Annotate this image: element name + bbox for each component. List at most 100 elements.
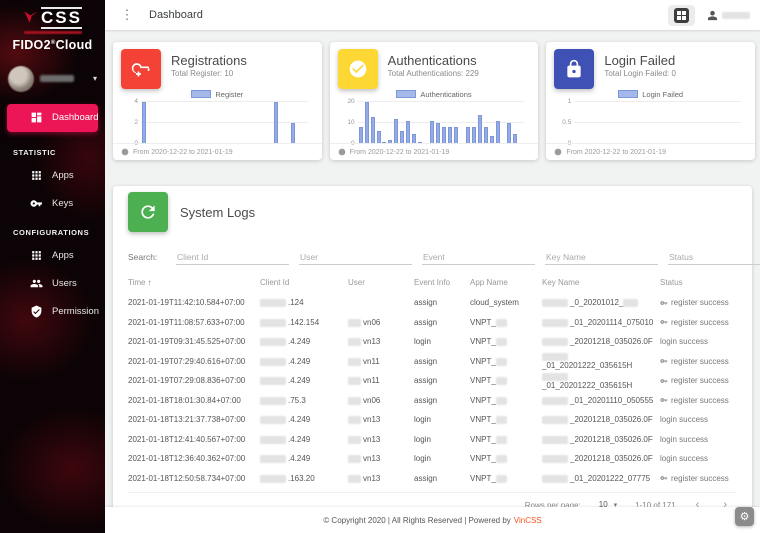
y-axis-tick: 0.5 <box>556 119 571 126</box>
panel-title: System Logs <box>180 205 255 220</box>
cell-client-id: .75.3 <box>260 396 348 405</box>
card-footer: From 2020-12-22 to 2021-01-19 <box>113 143 322 160</box>
sidebar-user-menu[interactable]: ▾ <box>0 58 105 102</box>
settings-gear-button[interactable]: ⚙ <box>735 507 754 526</box>
card-title: Authentications <box>388 53 479 68</box>
header-user-button[interactable] <box>707 10 750 21</box>
main-area: ⋮ Dashboard Registrations Total Register… <box>105 0 760 533</box>
chevron-down-icon[interactable]: ▾ <box>93 74 97 83</box>
column-header-key-name[interactable]: Key Name <box>542 278 660 287</box>
column-header-status[interactable]: Status <box>660 278 737 287</box>
cell-app-name: VNPT_ <box>470 474 542 483</box>
sidebar-item-dashboard[interactable]: Dashboard <box>7 104 98 132</box>
rows-per-page-select[interactable]: 10 ▾ <box>597 500 619 507</box>
product-title: FIDO2®Cloud <box>6 38 99 52</box>
y-axis-tick: 10 <box>340 119 355 126</box>
column-header-client-id[interactable]: Client Id <box>260 278 348 287</box>
stat-cards-row: Registrations Total Register: 10 Registe… <box>113 42 755 160</box>
chart-bar <box>442 127 446 144</box>
lock-icon <box>554 49 594 89</box>
column-header-user[interactable]: User <box>348 278 414 287</box>
chart-bar <box>436 123 440 144</box>
sort-arrow-icon: ↑ <box>147 278 151 287</box>
cell-event-info: assign <box>414 357 470 366</box>
cell-event-info: login <box>414 435 470 444</box>
apps-grid-button[interactable] <box>668 5 695 26</box>
search-label: Search: <box>128 252 166 265</box>
log-table-row: 2021-01-18T18:01:30.84+07:00.75.3vn06ass… <box>128 391 737 411</box>
sidebar-nav: DashboardSTATISTICAppsKeysCONFIGURATIONS… <box>0 104 105 336</box>
chart-bar <box>430 121 434 144</box>
cell-app-name: VNPT_ <box>470 376 542 385</box>
sidebar-item-apps[interactable]: Apps <box>0 242 105 270</box>
vincss-footer-link[interactable]: VinCSS <box>514 516 542 525</box>
log-table-row: 2021-01-19T11:08:57.633+07:00.142.154vn0… <box>128 313 737 333</box>
cell-app-name: VNPT_ <box>470 396 542 405</box>
card-subtitle: Total Authentications: 229 <box>388 69 479 78</box>
avatar[interactable] <box>8 66 34 92</box>
cell-event-info: login <box>414 415 470 424</box>
footer: © Copyright 2020 | All Rights Reserved |… <box>105 507 760 533</box>
sidebar-item-users[interactable]: Users <box>0 270 105 298</box>
chart-bar <box>274 102 278 144</box>
cell-client-id: .142.154 <box>260 318 348 327</box>
filter-input-key-name[interactable] <box>545 250 658 265</box>
cell-time: 2021-01-18T12:36:40.362+07:00 <box>128 454 260 463</box>
column-header-event-info[interactable]: Event Info <box>414 278 470 287</box>
key-icon <box>660 299 668 307</box>
system-logs-panel: System Logs Search: APPLY Time↑Client Id… <box>113 186 752 507</box>
vincss-logo-text: CSS <box>41 7 82 29</box>
cell-status: register success <box>660 318 737 327</box>
filter-input-client-id[interactable] <box>176 250 289 265</box>
cell-client-id: .4.249 <box>260 357 348 366</box>
cell-client-id: .4.249 <box>260 337 348 346</box>
chart-bar <box>142 102 146 144</box>
cell-time: 2021-01-18T12:50:58.734+07:00 <box>128 474 260 483</box>
chart-bar <box>359 127 363 144</box>
chart-bar <box>365 102 369 144</box>
filter-input-user[interactable] <box>299 250 412 265</box>
cell-status: login success <box>660 435 737 444</box>
legend-swatch <box>191 90 211 98</box>
shield-check-icon <box>30 305 43 318</box>
menu-kebab-icon[interactable]: ⋮ <box>117 5 137 25</box>
next-page-button[interactable]: › <box>719 500 731 507</box>
key-icon <box>30 197 43 210</box>
cell-key-name: _20201218_035026.0F <box>542 454 660 463</box>
column-header-app-name[interactable]: App Name <box>470 278 542 287</box>
sidebar-item-permission[interactable]: Permission <box>0 298 105 326</box>
cell-key-name: _01_20201222_035615H <box>542 352 660 370</box>
sidebar-item-keys[interactable]: Keys <box>0 190 105 218</box>
log-table-row: 2021-01-19T07:29:08.836+07:00.4.249vn11a… <box>128 371 737 391</box>
sidebar-item-apps[interactable]: Apps <box>0 162 105 190</box>
chart-bar <box>484 127 488 144</box>
cell-app-name: VNPT_ <box>470 337 542 346</box>
chart-bar <box>406 121 410 144</box>
cell-time: 2021-01-19T07:29:08.836+07:00 <box>128 376 260 385</box>
refresh-icon <box>128 192 168 232</box>
chart-bar <box>507 123 511 144</box>
filter-input-event[interactable] <box>422 250 535 265</box>
cell-user: vn11 <box>348 376 414 385</box>
cell-event-info: assign <box>414 318 470 327</box>
cell-status: register success <box>660 298 737 307</box>
cell-user: vn13 <box>348 415 414 424</box>
brand-block: CSS FIDO2®Cloud <box>0 0 105 58</box>
previous-page-button[interactable]: ‹ <box>692 500 704 507</box>
card-title: Login Failed <box>604 53 676 68</box>
registrations-chart: 024 <box>141 102 308 144</box>
log-table-row: 2021-01-18T12:36:40.362+07:00.4.249vn13l… <box>128 449 737 469</box>
vincss-tagline <box>24 31 82 34</box>
sidebar: CSS FIDO2®Cloud ▾ DashboardSTATISTICApps… <box>0 0 105 533</box>
chart-legend: Authentications <box>338 89 531 99</box>
log-table-row: 2021-01-19T07:29:40.616+07:00.4.249vn11a… <box>128 352 737 372</box>
cell-time: 2021-01-19T07:29:40.616+07:00 <box>128 357 260 366</box>
cell-time: 2021-01-19T11:42:10.584+07:00 <box>128 298 260 307</box>
cell-client-id: .4.249 <box>260 376 348 385</box>
check-circle-icon <box>338 49 378 89</box>
cell-event-info: assign <box>414 376 470 385</box>
card-footer: From 2020-12-22 to 2021-01-19 <box>546 143 755 160</box>
column-header-time[interactable]: Time↑ <box>128 278 260 287</box>
filter-input-status[interactable] <box>668 250 760 265</box>
top-header: ⋮ Dashboard <box>105 0 760 30</box>
